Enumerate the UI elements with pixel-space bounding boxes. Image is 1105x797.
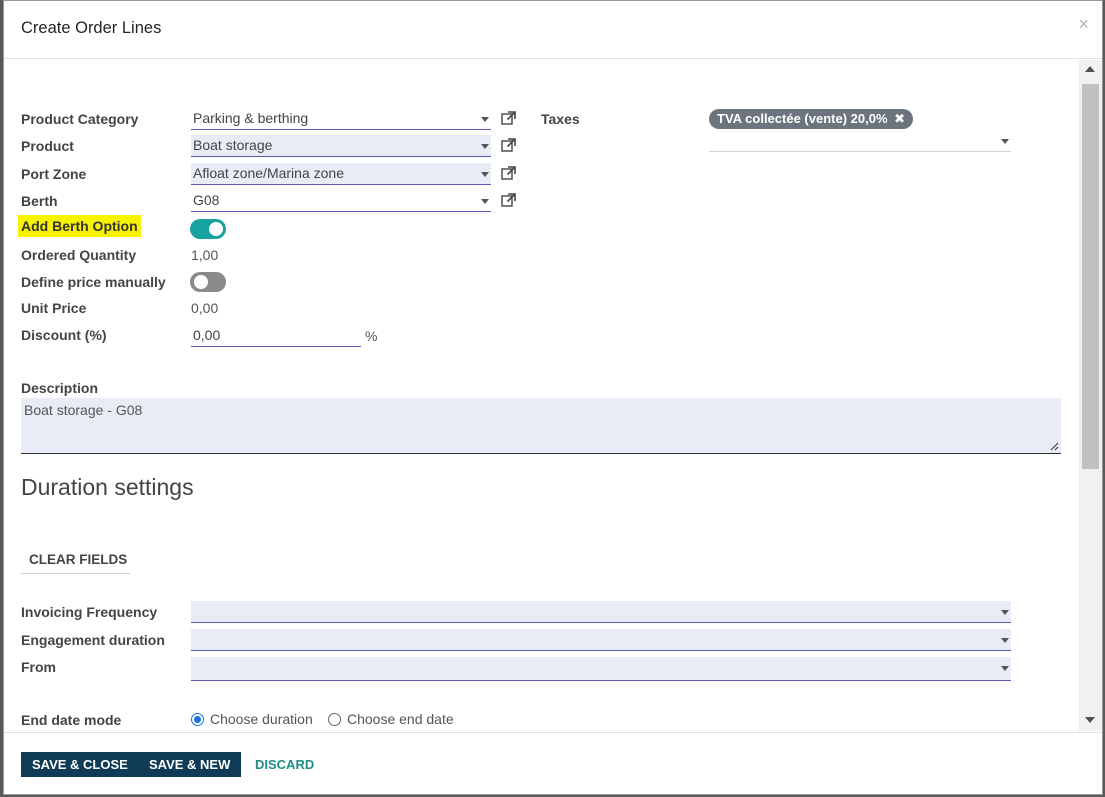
- clear-fields-button[interactable]: CLEAR FIELDS: [21, 544, 130, 574]
- choose-duration-radio[interactable]: [191, 713, 204, 726]
- product-category-select[interactable]: Parking & berthing: [191, 108, 491, 130]
- dialog-footer: SAVE & CLOSE SAVE & NEW DISCARD: [4, 732, 1102, 796]
- engagement-duration-label: Engagement duration: [21, 632, 165, 648]
- product-value: Boat storage: [193, 137, 273, 153]
- port-zone-select[interactable]: Afloat zone/Marina zone: [191, 163, 491, 185]
- discard-button[interactable]: DISCARD: [255, 757, 314, 772]
- chevron-down-icon: [481, 199, 489, 204]
- unit-price-label: Unit Price: [21, 300, 87, 316]
- port-zone-label: Port Zone: [21, 166, 87, 182]
- ordered-quantity-value: 1,00: [191, 247, 219, 263]
- close-icon[interactable]: ×: [1078, 14, 1089, 35]
- chevron-down-icon: [1001, 638, 1009, 643]
- external-link-icon[interactable]: [501, 138, 516, 152]
- external-link-icon[interactable]: [501, 193, 516, 207]
- description-textarea[interactable]: Boat storage - G08: [21, 398, 1061, 454]
- tax-tag: TVA collectée (vente) 20,0% ✖: [709, 109, 914, 129]
- choose-end-date-radio[interactable]: [328, 713, 341, 726]
- dialog-header: Create Order Lines ×: [4, 1, 1102, 59]
- define-price-manually-toggle[interactable]: [190, 272, 226, 292]
- chevron-down-icon: [481, 117, 489, 122]
- toggle-knob: [194, 275, 208, 289]
- highlighted-label: Add Berth Option: [18, 215, 141, 237]
- engagement-duration-select[interactable]: [191, 629, 1011, 651]
- discount-label: Discount (%): [21, 327, 107, 343]
- scroll-down-arrow-icon[interactable]: [1085, 717, 1095, 723]
- chevron-down-icon: [1001, 610, 1009, 615]
- invoicing-frequency-select[interactable]: [191, 601, 1011, 623]
- define-price-manually-label: Define price manually: [21, 274, 166, 290]
- scroll-up-arrow-icon[interactable]: [1085, 66, 1095, 72]
- resize-handle-icon[interactable]: [1049, 441, 1059, 451]
- end-date-mode-label: End date mode: [21, 712, 122, 728]
- add-berth-option-label: Add Berth Option: [18, 215, 141, 237]
- chevron-down-icon: [1001, 666, 1009, 671]
- from-label: From: [21, 659, 56, 675]
- berth-value: G08: [193, 192, 220, 208]
- product-select[interactable]: Boat storage: [191, 135, 491, 157]
- port-zone-value: Afloat zone/Marina zone: [193, 165, 344, 181]
- dialog-body: Product Category Parking & berthing Prod…: [4, 60, 1079, 731]
- choose-duration-label[interactable]: Choose duration: [210, 711, 313, 727]
- external-link-icon[interactable]: [501, 111, 516, 125]
- choose-end-date-label[interactable]: Choose end date: [347, 711, 454, 727]
- berth-label: Berth: [21, 193, 58, 209]
- chevron-down-icon: [481, 144, 489, 149]
- product-label: Product: [21, 138, 74, 154]
- vertical-scrollbar[interactable]: [1079, 60, 1102, 731]
- save-close-button[interactable]: SAVE & CLOSE: [21, 752, 139, 777]
- description-value: Boat storage - G08: [24, 402, 143, 418]
- section-title: Duration settings: [21, 474, 194, 500]
- taxes-select[interactable]: [709, 130, 1011, 152]
- taxes-label: Taxes: [541, 111, 580, 127]
- create-order-lines-dialog: Create Order Lines × Product Category Pa…: [3, 0, 1103, 795]
- ordered-quantity-label: Ordered Quantity: [21, 247, 137, 263]
- remove-tag-icon[interactable]: ✖: [894, 111, 905, 126]
- unit-price-value: 0,00: [191, 300, 219, 316]
- toggle-knob: [209, 222, 223, 236]
- product-category-label: Product Category: [21, 111, 139, 127]
- save-new-button[interactable]: SAVE & NEW: [138, 752, 242, 777]
- from-select[interactable]: [191, 657, 1011, 681]
- tax-tag-label: TVA collectée (vente) 20,0%: [717, 111, 888, 126]
- external-link-icon[interactable]: [501, 166, 516, 180]
- chevron-down-icon: [1001, 139, 1009, 144]
- add-berth-option-toggle[interactable]: [190, 219, 226, 239]
- chevron-down-icon: [481, 172, 489, 177]
- scrollbar-thumb[interactable]: [1082, 84, 1099, 469]
- product-category-value: Parking & berthing: [193, 110, 309, 126]
- invoicing-frequency-label: Invoicing Frequency: [21, 604, 158, 620]
- description-label: Description: [21, 380, 99, 396]
- discount-input[interactable]: 0,00: [191, 325, 361, 347]
- discount-unit: %: [365, 328, 378, 344]
- berth-select[interactable]: G08: [191, 190, 491, 212]
- dialog-title: Create Order Lines: [21, 19, 162, 37]
